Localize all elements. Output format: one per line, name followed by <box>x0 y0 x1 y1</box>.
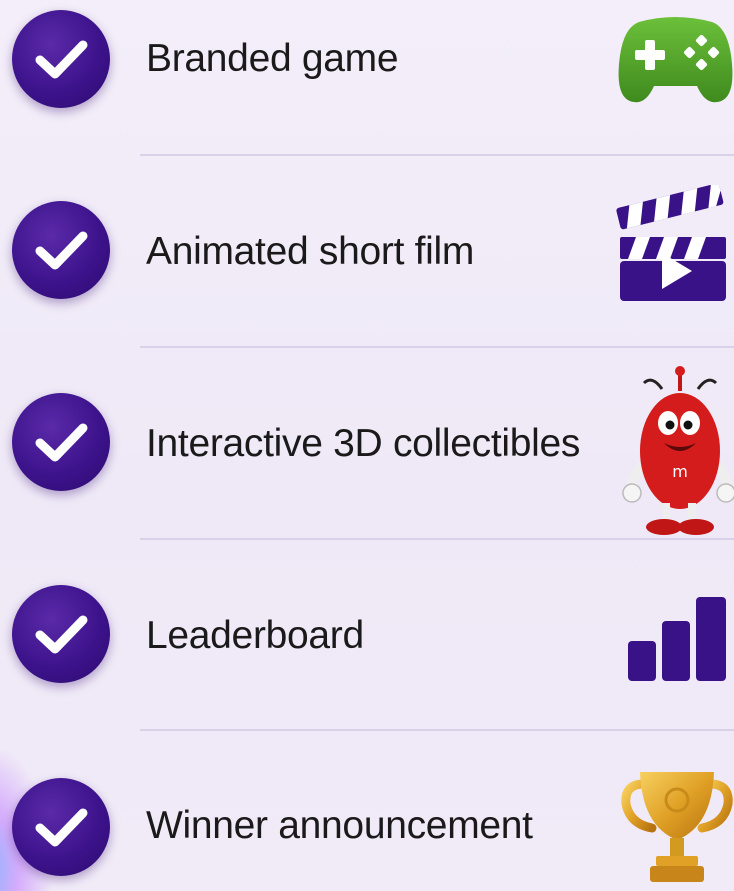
checklist-panel: Branded game Animated short film Interac… <box>0 0 734 891</box>
divider <box>140 154 734 156</box>
check-circle-icon <box>12 10 110 108</box>
checklist-item-branded-game: Branded game <box>0 0 734 120</box>
checklist-item-label: Interactive 3D collectibles <box>146 422 581 465</box>
check-circle-icon <box>12 778 110 876</box>
check-circle-icon <box>12 201 110 299</box>
checklist-item-label: Leaderboard <box>146 614 364 657</box>
checklist-item-leaderboard: Leaderboard <box>0 577 734 697</box>
bar-chart-icon <box>628 597 726 681</box>
svg-text:m: m <box>672 462 688 481</box>
divider <box>140 729 734 731</box>
trophy-icon <box>621 772 733 882</box>
check-circle-icon <box>12 585 110 683</box>
divider <box>140 346 734 348</box>
checklist-item-interactive-3d-collectibles: Interactive 3D collectibles m <box>0 366 734 535</box>
divider <box>140 538 734 540</box>
gamepad-icon <box>618 17 733 103</box>
clapperboard-icon <box>616 185 726 301</box>
checklist-item-label: Branded game <box>146 37 399 80</box>
checklist-item-label: Winner announcement <box>146 804 533 847</box>
checklist-item-label: Animated short film <box>146 230 475 273</box>
checklist-item-winner-announcement: Winner announcement <box>0 768 734 888</box>
check-circle-icon <box>12 393 110 491</box>
checklist-item-animated-short-film: Animated short film <box>0 185 734 313</box>
mascot-character-icon: m <box>622 366 734 535</box>
